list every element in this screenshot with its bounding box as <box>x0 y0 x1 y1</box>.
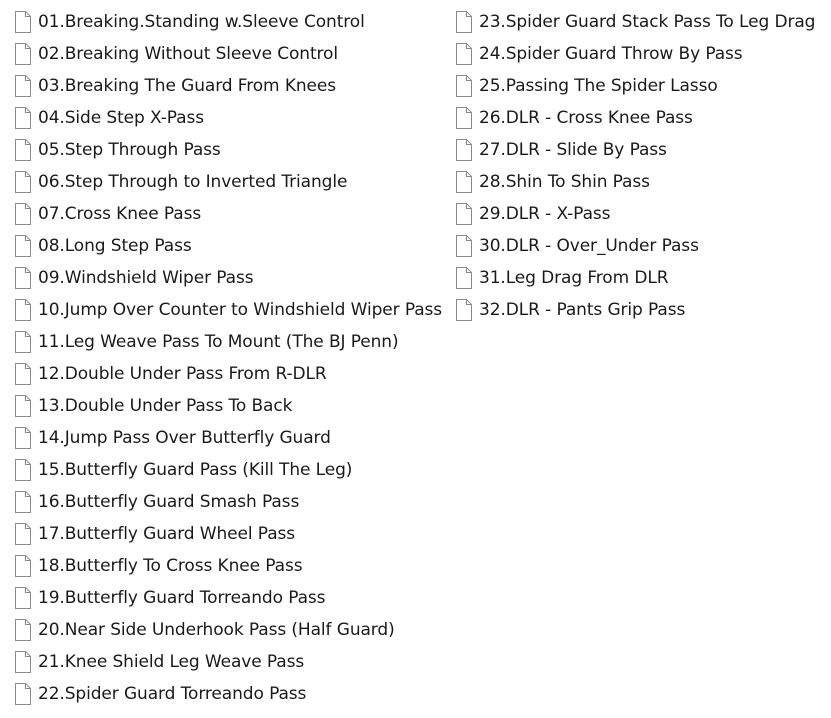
document-icon <box>14 43 32 65</box>
file-item[interactable]: 05.Step Through Pass <box>14 134 442 166</box>
file-item[interactable]: 01.Breaking.Standing w.Sleeve Control <box>14 6 442 38</box>
document-icon <box>14 107 32 129</box>
document-icon <box>14 363 32 385</box>
file-name: 31.Leg Drag From DLR <box>479 268 669 288</box>
file-item[interactable]: 29.DLR - X-Pass <box>455 198 815 230</box>
file-name: 10.Jump Over Counter to Windshield Wiper… <box>38 300 443 320</box>
file-name: 28.Shin To Shin Pass <box>479 172 650 192</box>
file-item[interactable]: 17.Butterfly Guard Wheel Pass <box>14 518 442 550</box>
file-name: 20.Near Side Underhook Pass (Half Guard) <box>38 620 395 640</box>
document-icon <box>455 75 473 97</box>
document-icon <box>14 203 32 225</box>
file-item[interactable]: 23.Spider Guard Stack Pass To Leg Drag <box>455 6 815 38</box>
file-item[interactable]: 09.Windshield Wiper Pass <box>14 262 442 294</box>
document-icon <box>455 139 473 161</box>
file-item[interactable]: 06.Step Through to Inverted Triangle <box>14 166 442 198</box>
file-list: 01.Breaking.Standing w.Sleeve Control 02.… <box>0 0 831 718</box>
document-icon <box>455 299 473 321</box>
file-item[interactable]: 10.Jump Over Counter to Windshield Wiper… <box>14 294 442 326</box>
file-name: 05.Step Through Pass <box>38 140 221 160</box>
file-name: 26.DLR - Cross Knee Pass <box>479 108 693 128</box>
file-name: 04.Side Step X-Pass <box>38 108 204 128</box>
file-name: 03.Breaking The Guard From Knees <box>38 76 337 96</box>
file-name: 25.Passing The Spider Lasso <box>479 76 718 96</box>
file-item[interactable]: 11.Leg Weave Pass To Mount (The BJ Penn) <box>14 326 442 358</box>
file-name: 11.Leg Weave Pass To Mount (The BJ Penn) <box>38 332 399 352</box>
file-item[interactable]: 15.Butterfly Guard Pass (Kill The Leg) <box>14 454 442 486</box>
file-name: 32.DLR - Pants Grip Pass <box>479 300 686 320</box>
file-item[interactable]: 03.Breaking The Guard From Knees <box>14 70 442 102</box>
file-name: 21.Knee Shield Leg Weave Pass <box>38 652 305 672</box>
file-name: 14.Jump Pass Over Butterfly Guard <box>38 428 331 448</box>
file-name: 09.Windshield Wiper Pass <box>38 268 254 288</box>
file-item[interactable]: 27.DLR - Slide By Pass <box>455 134 815 166</box>
document-icon <box>14 139 32 161</box>
file-item[interactable]: 18.Butterfly To Cross Knee Pass <box>14 550 442 582</box>
file-item[interactable]: 22.Spider Guard Torreando Pass <box>14 678 442 710</box>
file-name: 12.Double Under Pass From R-DLR <box>38 364 327 384</box>
file-name: 01.Breaking.Standing w.Sleeve Control <box>38 12 365 32</box>
file-item[interactable]: 26.DLR - Cross Knee Pass <box>455 102 815 134</box>
document-icon <box>455 107 473 129</box>
document-icon <box>14 491 32 513</box>
file-name: 02.Breaking Without Sleeve Control <box>38 44 338 64</box>
file-item[interactable]: 14.Jump Pass Over Butterfly Guard <box>14 422 442 454</box>
document-icon <box>455 43 473 65</box>
file-name: 18.Butterfly To Cross Knee Pass <box>38 556 303 576</box>
file-item[interactable]: 04.Side Step X-Pass <box>14 102 442 134</box>
file-item[interactable]: 08.Long Step Pass <box>14 230 442 262</box>
file-name: 30.DLR - Over_Under Pass <box>479 236 699 256</box>
file-item[interactable]: 31.Leg Drag From DLR <box>455 262 815 294</box>
file-name: 17.Butterfly Guard Wheel Pass <box>38 524 296 544</box>
document-icon <box>14 75 32 97</box>
file-column-left: 01.Breaking.Standing w.Sleeve Control 02.… <box>14 6 442 710</box>
document-icon <box>14 651 32 673</box>
document-icon <box>14 395 32 417</box>
file-name: 07.Cross Knee Pass <box>38 204 202 224</box>
document-icon <box>14 171 32 193</box>
file-item[interactable]: 19.Butterfly Guard Torreando Pass <box>14 582 442 614</box>
file-item[interactable]: 20.Near Side Underhook Pass (Half Guard) <box>14 614 442 646</box>
document-icon <box>14 299 32 321</box>
file-item[interactable]: 07.Cross Knee Pass <box>14 198 442 230</box>
file-item[interactable]: 12.Double Under Pass From R-DLR <box>14 358 442 390</box>
document-icon <box>14 555 32 577</box>
file-item[interactable]: 21.Knee Shield Leg Weave Pass <box>14 646 442 678</box>
document-icon <box>14 683 32 705</box>
file-item[interactable]: 24.Spider Guard Throw By Pass <box>455 38 815 70</box>
document-icon <box>14 459 32 481</box>
file-item[interactable]: 28.Shin To Shin Pass <box>455 166 815 198</box>
document-icon <box>14 11 32 33</box>
document-icon <box>455 203 473 225</box>
file-name: 27.DLR - Slide By Pass <box>479 140 667 160</box>
file-item[interactable]: 13.Double Under Pass To Back <box>14 390 442 422</box>
file-item[interactable]: 25.Passing The Spider Lasso <box>455 70 815 102</box>
file-name: 13.Double Under Pass To Back <box>38 396 293 416</box>
file-name: 22.Spider Guard Torreando Pass <box>38 684 307 704</box>
file-name: 15.Butterfly Guard Pass (Kill The Leg) <box>38 460 353 480</box>
file-name: 24.Spider Guard Throw By Pass <box>479 44 743 64</box>
document-icon <box>14 427 32 449</box>
document-icon <box>455 235 473 257</box>
file-name: 06.Step Through to Inverted Triangle <box>38 172 348 192</box>
file-name: 29.DLR - X-Pass <box>479 204 611 224</box>
file-column-right: 23.Spider Guard Stack Pass To Leg Drag 24… <box>455 6 815 326</box>
file-name: 16.Butterfly Guard Smash Pass <box>38 492 300 512</box>
file-name: 19.Butterfly Guard Torreando Pass <box>38 588 326 608</box>
document-icon <box>14 619 32 641</box>
document-icon <box>14 235 32 257</box>
file-name: 08.Long Step Pass <box>38 236 192 256</box>
document-icon <box>455 267 473 289</box>
file-item[interactable]: 16.Butterfly Guard Smash Pass <box>14 486 442 518</box>
document-icon <box>455 171 473 193</box>
document-icon <box>14 331 32 353</box>
document-icon <box>455 11 473 33</box>
document-icon <box>14 523 32 545</box>
file-item[interactable]: 32.DLR - Pants Grip Pass <box>455 294 815 326</box>
file-item[interactable]: 30.DLR - Over_Under Pass <box>455 230 815 262</box>
file-item[interactable]: 02.Breaking Without Sleeve Control <box>14 38 442 70</box>
document-icon <box>14 587 32 609</box>
file-name: 23.Spider Guard Stack Pass To Leg Drag <box>479 12 816 32</box>
document-icon <box>14 267 32 289</box>
